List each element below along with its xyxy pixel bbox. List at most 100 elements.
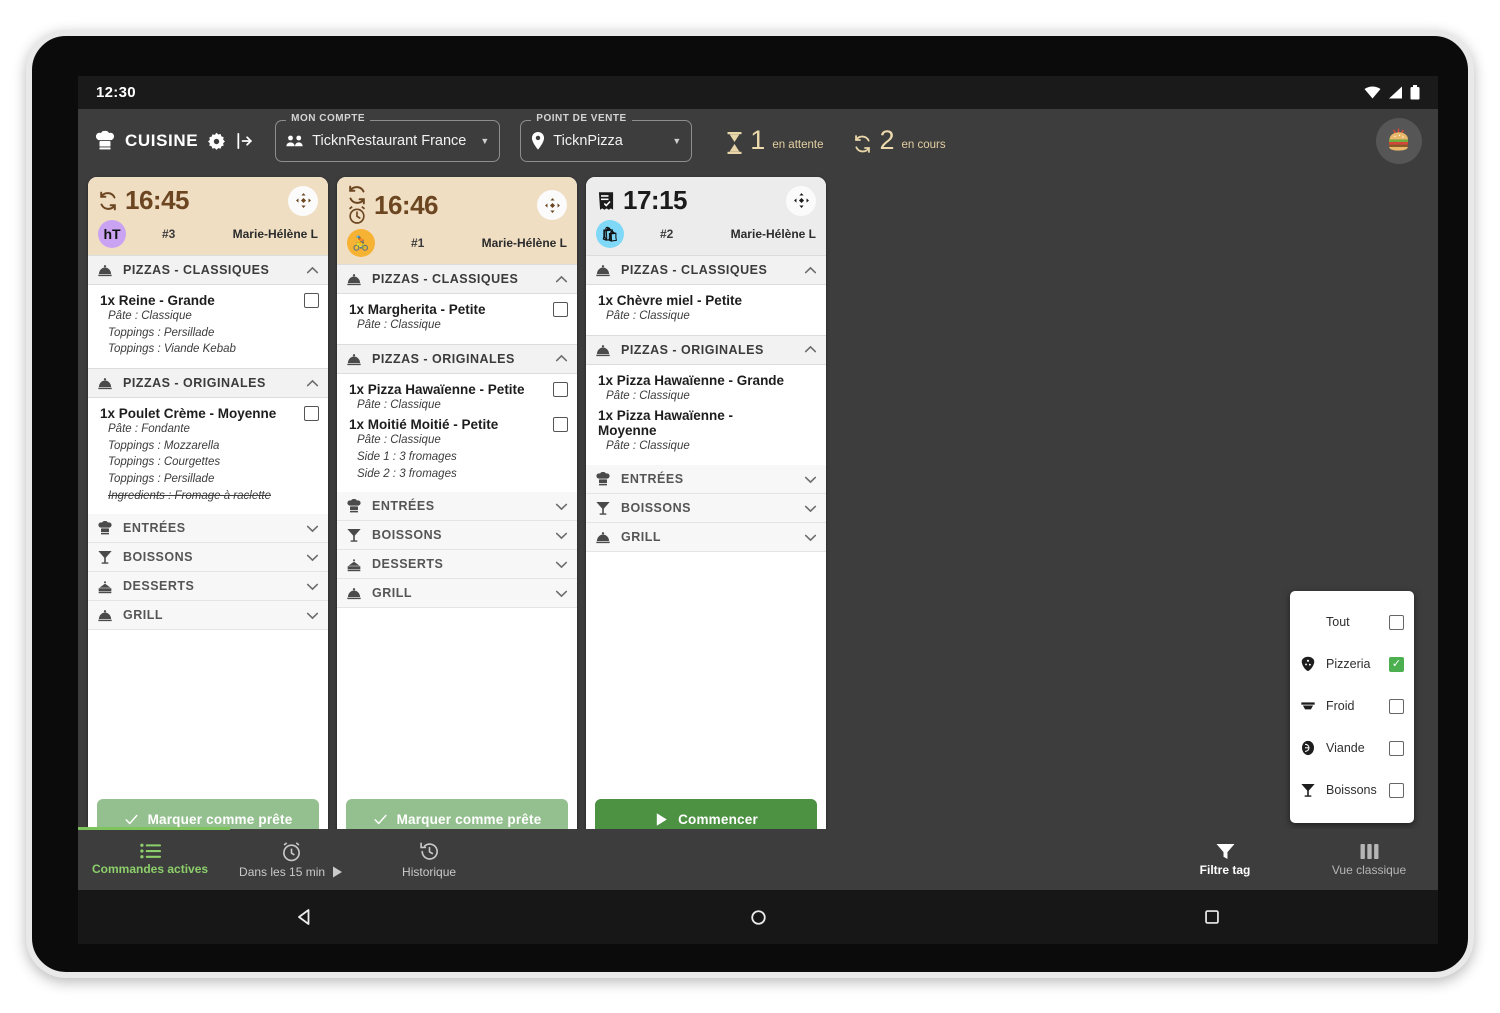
chevron-up-icon[interactable] (306, 264, 319, 277)
order-line-item-checkbox[interactable] (553, 302, 568, 317)
order-section-header[interactable]: PIZZAS - CLASSIQUES (88, 255, 328, 285)
order-line-item-name: 1x Poulet Crème - Moyenne (100, 406, 277, 422)
play-icon[interactable] (332, 866, 343, 878)
home-circle-icon[interactable] (749, 908, 768, 927)
order-section-header[interactable]: GRILL (586, 523, 826, 553)
order-section-header[interactable]: BOISSONS (337, 521, 577, 551)
chevron-down-icon[interactable] (555, 529, 568, 542)
order-section-header[interactable]: ENTRÉES (337, 492, 577, 522)
chevron-up-icon[interactable] (804, 264, 817, 277)
order-time: 16:46 (374, 189, 439, 220)
android-status-bar: 12:30 (78, 76, 1438, 109)
order-section-header[interactable]: PIZZAS - CLASSIQUES (586, 255, 826, 285)
order-section-items: 1x Reine - Grande Pâte : Classique Topping… (88, 285, 328, 368)
chevron-down-icon[interactable] (555, 500, 568, 513)
order-card[interactable]: 16:45 hT #3 Marie-Hélène L PIZZAS - CLASSIQU… (88, 177, 328, 829)
cake-icon (346, 556, 363, 572)
order-section-header[interactable]: PIZZAS - CLASSIQUES (337, 264, 577, 294)
tag-filter-checkbox[interactable] (1389, 740, 1404, 756)
order-section-header[interactable]: ENTRÉES (586, 465, 826, 495)
order-section-header[interactable]: ENTRÉES (88, 514, 328, 544)
order-primary-action-button[interactable]: Marquer comme prête (97, 799, 319, 829)
order-line-item[interactable]: 1x Moitié Moitié - Petite Pâte : Classiqu… (337, 415, 577, 484)
tag-filter-row[interactable]: Boissons (1290, 769, 1414, 811)
nav-historique[interactable]: Historique (374, 841, 484, 879)
order-line-item[interactable]: 1x Pizza Hawaïenne - Petite Pâte : Classi… (337, 380, 577, 416)
nav-filtre-tag[interactable]: Filtre tag (1170, 843, 1280, 877)
order-section-header[interactable]: PIZZAS - ORIGINALES (88, 368, 328, 399)
chevron-down-icon[interactable] (555, 558, 568, 571)
order-line-item[interactable]: 1x Chèvre miel - Petite Pâte : Classique (586, 291, 826, 327)
order-line-item-checkbox[interactable] (553, 381, 568, 397)
avatar[interactable] (1376, 118, 1422, 164)
logout-icon[interactable] (235, 131, 255, 151)
order-primary-action-button[interactable]: Commencer (595, 799, 817, 829)
order-line-item[interactable]: 1x Pizza Hawaïenne - Grande Pâte : Classi… (586, 371, 826, 407)
chevron-down-icon[interactable] (306, 580, 319, 593)
chevron-up-icon[interactable] (306, 377, 319, 390)
cocktail-icon (346, 527, 363, 543)
recents-square-icon[interactable] (1203, 908, 1221, 926)
order-section-header[interactable]: PIZZAS - ORIGINALES (586, 334, 826, 365)
order-section-header[interactable]: GRILL (337, 579, 577, 609)
order-section-header[interactable]: BOISSONS (586, 494, 826, 524)
order-section-header[interactable]: DESSERTS (337, 550, 577, 580)
nav-commandes-actives-label: Commandes actives (92, 862, 209, 876)
cocktail-icon (97, 549, 114, 565)
chevron-up-icon[interactable] (555, 273, 568, 286)
tag-filter-checkbox[interactable] (1389, 698, 1404, 714)
order-card[interactable]: 16:46 🚴 #1 Marie-Hélène L PIZZAS - CLASSIQUE… (337, 177, 577, 829)
nav-historique-label: Historique (402, 864, 457, 879)
order-card[interactable]: 17:15 🛍 #2 Marie-Hélène L PIZZAS - CLASSIQUE… (586, 177, 826, 829)
order-line-item[interactable]: 1x Reine - Grande Pâte : Classique Topping… (88, 291, 328, 360)
chevron-down-icon[interactable] (804, 473, 817, 486)
order-section-header[interactable]: DESSERTS (88, 572, 328, 602)
chevron-down-icon[interactable] (306, 609, 319, 622)
tag-filter-checkbox[interactable] (1389, 782, 1404, 798)
order-line-item-option: Pâte : Classique (606, 389, 690, 402)
account-selector[interactable]: MON COMPTE TicknRestaurant France ▼ (275, 113, 501, 162)
chevron-down-icon[interactable] (306, 522, 319, 535)
tag-filter-row[interactable]: Pizzeria ✓ (1290, 643, 1414, 685)
back-triangle-icon[interactable] (295, 907, 315, 927)
order-card-header: 16:46 🚴 #1 Marie-Hélène L (337, 177, 577, 264)
chevron-down-icon[interactable] (804, 531, 817, 544)
tag-filter-checkbox[interactable]: ✓ (1389, 656, 1404, 672)
gear-icon[interactable] (207, 132, 226, 151)
tablet-frame: 12:30 CUISINE MON COMPTE TicknRestaurant… (26, 30, 1474, 978)
tag-filter-row[interactable]: Tout (1290, 601, 1414, 643)
nav-vue-classique[interactable]: Vue classique (1314, 843, 1424, 877)
order-line-item[interactable]: 1x Margherita - Petite Pâte : Classique (337, 300, 577, 336)
order-line-item[interactable]: 1x Pizza Hawaïenne - Moyenne Pâte : Class… (586, 406, 826, 457)
order-meta-row: 🚴 #1 Marie-Hélène L (347, 229, 567, 257)
chevron-up-icon[interactable] (804, 343, 817, 356)
move-order-button[interactable] (537, 190, 567, 220)
order-line-item-checkbox[interactable] (304, 406, 319, 422)
chevron-up-icon[interactable] (555, 352, 568, 365)
chevron-down-icon[interactable] (804, 502, 817, 515)
order-line-item-option: Pâte : Classique (357, 434, 441, 447)
chef-hat-icon (595, 471, 612, 487)
point-of-sale-selector[interactable]: POINT DE VENTE TicknPizza ▼ (520, 113, 693, 162)
tag-filter-row[interactable]: Froid (1290, 685, 1414, 727)
nav-commandes-actives[interactable]: Commandes actives (92, 843, 208, 876)
order-line-item-checkbox[interactable] (553, 417, 568, 433)
chevron-down-icon[interactable] (555, 587, 568, 600)
order-line-item-checkbox[interactable] (304, 293, 319, 308)
order-line-item[interactable]: 1x Poulet Crème - Moyenne Pâte : Fondante… (88, 404, 328, 506)
order-line-item-option: Toppings : Courgettes (108, 456, 221, 469)
order-primary-action-button[interactable]: Marquer comme prête (346, 799, 568, 829)
tag-filter-row[interactable]: Viande (1290, 727, 1414, 769)
tag-filter-checkbox[interactable] (1389, 614, 1404, 630)
order-section-header[interactable]: PIZZAS - ORIGINALES (337, 343, 577, 374)
order-card-footer: Marquer comme prête (88, 790, 328, 829)
tag-filter-popup[interactable]: Tout Pizzeria ✓ Froid Viande Boissons (1290, 591, 1414, 823)
move-order-button[interactable] (288, 185, 318, 216)
move-order-button[interactable] (786, 185, 816, 216)
chevron-down-icon[interactable] (306, 551, 319, 564)
nav-dans-15-min[interactable]: Dans les 15 min (236, 841, 346, 879)
refresh-icon (853, 134, 872, 154)
card-spacer (88, 630, 328, 790)
order-section-header[interactable]: BOISSONS (88, 543, 328, 573)
order-section-header[interactable]: GRILL (88, 601, 328, 631)
